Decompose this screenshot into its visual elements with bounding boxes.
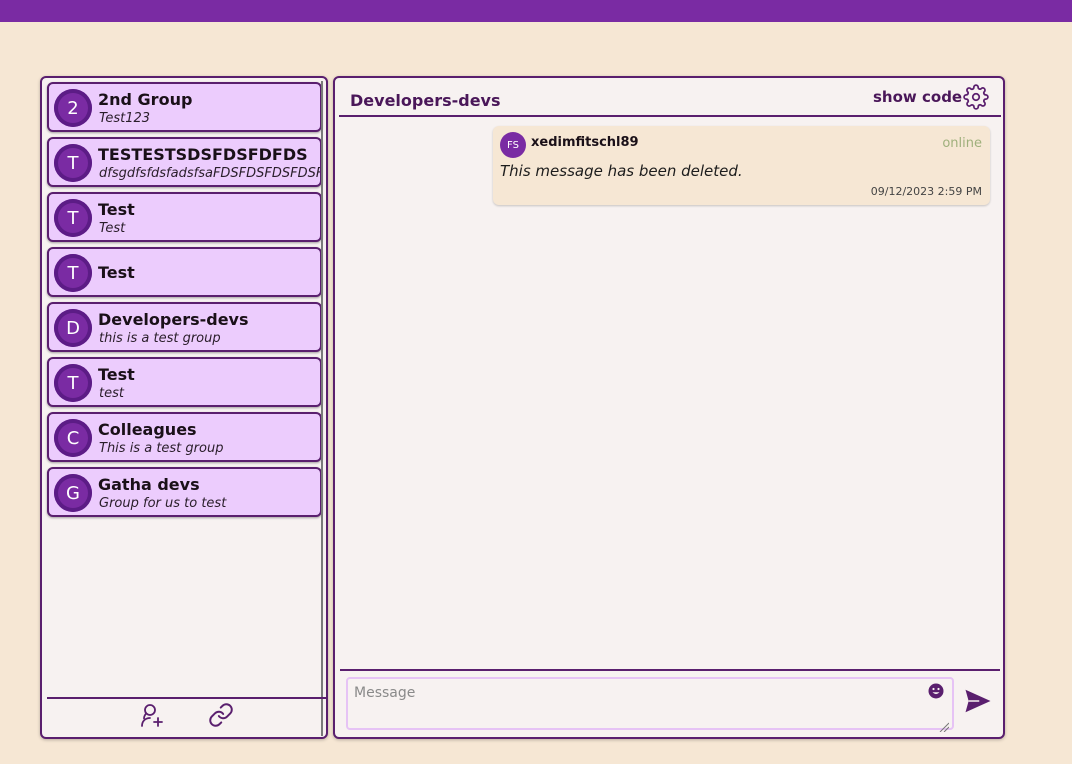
group-name: TESTESTSDSFDSFDFDS bbox=[98, 145, 308, 164]
group-description: This is a test group bbox=[99, 441, 224, 456]
group-avatar: T bbox=[54, 144, 92, 182]
group-item[interactable]: T Test test bbox=[47, 357, 322, 407]
avatar: FS bbox=[500, 132, 526, 158]
group-avatar: D bbox=[54, 309, 92, 347]
group-avatar: T bbox=[54, 364, 92, 402]
group-name: Developers-devs bbox=[98, 310, 249, 329]
group-item[interactable]: T Test Test bbox=[47, 192, 322, 242]
group-avatar: T bbox=[54, 254, 92, 292]
chat-panel: Developers-devs show code FS xedimfitsch… bbox=[333, 76, 1005, 739]
group-name: Colleagues bbox=[98, 420, 197, 439]
group-description: Group for us to test bbox=[99, 496, 227, 511]
group-item[interactable]: 2 2nd Group Test123 bbox=[47, 82, 322, 132]
group-description: test bbox=[99, 386, 124, 401]
send-icon[interactable] bbox=[963, 686, 993, 716]
status-badge: online bbox=[942, 136, 982, 151]
group-description: Test bbox=[99, 221, 126, 236]
gear-icon[interactable] bbox=[963, 84, 989, 110]
group-item[interactable]: T TESTESTSDSFDSFDFDS dfsgdfsfdsfadsfsaFD… bbox=[47, 137, 322, 187]
chat-message: FS xedimfitschl89 online This message ha… bbox=[493, 126, 990, 205]
group-item[interactable]: T Test bbox=[47, 247, 322, 297]
group-description: this is a test group bbox=[99, 331, 221, 346]
message-input[interactable] bbox=[346, 677, 954, 730]
group-name: Test bbox=[98, 365, 135, 384]
group-name: 2nd Group bbox=[98, 90, 193, 109]
group-avatar: C bbox=[54, 419, 92, 457]
top-bar bbox=[0, 0, 1072, 22]
chat-title: Developers-devs bbox=[350, 91, 501, 110]
group-avatar: T bbox=[54, 199, 92, 237]
group-item[interactable]: G Gatha devs Group for us to test bbox=[47, 467, 322, 517]
group-description: Test123 bbox=[99, 111, 151, 126]
group-name: Gatha devs bbox=[98, 475, 200, 494]
group-avatar: 2 bbox=[54, 89, 92, 127]
chat-header-divider bbox=[339, 115, 1001, 117]
show-code-button[interactable]: show code bbox=[873, 88, 962, 106]
emoji-icon[interactable] bbox=[928, 683, 944, 699]
composer-divider bbox=[340, 669, 1000, 671]
sidebar-footer-divider bbox=[47, 697, 327, 699]
group-list: 2 2nd Group Test123 T TESTESTSDSFDSFDFDS… bbox=[47, 82, 322, 522]
group-description: dfsgdfsfdsfadsfsaFDSFDSFDSFDSFDSFSD bbox=[99, 166, 322, 181]
resize-handle-icon[interactable] bbox=[939, 717, 950, 733]
message-username: xedimfitschl89 bbox=[531, 135, 639, 150]
message-text: This message has been deleted. bbox=[500, 162, 743, 180]
message-timestamp: 09/12/2023 2:59 PM bbox=[870, 185, 982, 198]
group-name: Test bbox=[98, 263, 135, 282]
group-avatar: G bbox=[54, 474, 92, 512]
group-sidebar: 2 2nd Group Test123 T TESTESTSDSFDSFDFDS… bbox=[40, 76, 328, 739]
group-name: Test bbox=[98, 200, 135, 219]
group-item[interactable]: C Colleagues This is a test group bbox=[47, 412, 322, 462]
sidebar-scrollbar[interactable] bbox=[321, 81, 323, 736]
add-user-icon[interactable] bbox=[139, 702, 165, 728]
link-icon[interactable] bbox=[208, 702, 234, 728]
group-item[interactable]: D Developers-devs this is a test group bbox=[47, 302, 322, 352]
